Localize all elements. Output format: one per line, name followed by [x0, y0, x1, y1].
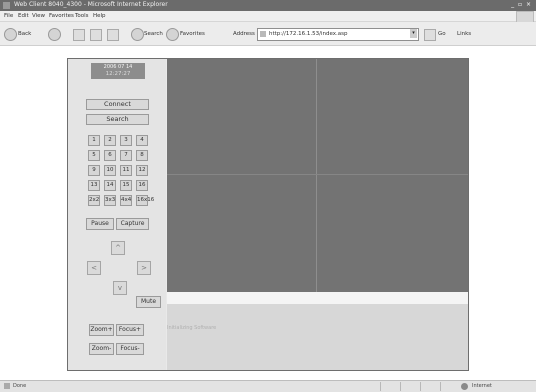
back-button[interactable]: Back — [18, 31, 31, 37]
split-2x2-button[interactable]: 2x2 — [88, 195, 100, 206]
pause-button[interactable]: Pause — [86, 218, 114, 230]
video-status-strip — [167, 292, 468, 304]
channel-button-2[interactable]: 2 — [104, 135, 116, 146]
channel-button-11[interactable]: 11 — [120, 165, 132, 176]
status-text: Done — [13, 383, 27, 389]
channel-button-14[interactable]: 14 — [104, 180, 116, 191]
clock-date: 2006 07 14 — [103, 64, 133, 70]
channel-button-9[interactable]: 9 — [88, 165, 100, 176]
go-button[interactable]: Go — [438, 31, 446, 37]
internet-globe-icon — [461, 383, 468, 390]
channel-button-7[interactable]: 7 — [120, 150, 132, 161]
video-grid-divider-vertical — [316, 59, 317, 292]
window-controls[interactable]: _ ▫ × — [511, 1, 532, 8]
channel-button-13[interactable]: 13 — [88, 180, 100, 191]
channel-button-1[interactable]: 1 — [88, 135, 100, 146]
video-grid-divider-horizontal — [167, 174, 468, 175]
browser-toolbar: Back Search Favorites Address http://172… — [0, 22, 536, 46]
focus-in-button[interactable]: Focus+ — [116, 324, 144, 336]
channel-button-4[interactable]: 4 — [136, 135, 148, 146]
refresh-icon[interactable] — [90, 29, 102, 41]
ptz-down-arrow-icon[interactable]: v — [113, 281, 127, 295]
clock-display: 2006 07 14 12:27:27 — [91, 63, 145, 79]
window-titlebar: Web Client 8040_4300 - Microsoft Interne… — [0, 0, 536, 11]
connect-button[interactable]: Connect — [86, 99, 149, 110]
statusbar-divider — [400, 382, 401, 391]
menu-tools[interactable]: Tools — [75, 13, 89, 19]
address-label: Address — [233, 31, 255, 37]
video-display[interactable] — [167, 59, 468, 292]
browser-statusbar: Done Internet — [0, 380, 536, 392]
statusbar-divider — [380, 382, 381, 391]
ptz-up-arrow-icon[interactable]: ^ — [111, 241, 125, 255]
ie-icon — [3, 2, 10, 9]
channel-button-6[interactable]: 6 — [104, 150, 116, 161]
menu-bar: File Edit View Favorites Tools Help — [0, 11, 536, 27]
address-bar[interactable]: http://172.16.1.53/index.asp — [257, 28, 419, 41]
channel-button-5[interactable]: 5 — [88, 150, 100, 161]
message-area: Initializing Software — [167, 304, 468, 370]
zoom-in-button[interactable]: Zoom+ — [89, 324, 114, 336]
go-arrow-icon[interactable] — [424, 29, 436, 41]
zoom-out-button[interactable]: Zoom- — [89, 343, 114, 355]
page-icon — [260, 31, 266, 37]
search-toolbar-button[interactable]: Search — [144, 31, 163, 37]
zone-text: Internet — [472, 383, 492, 389]
window-title: Web Client 8040_4300 - Microsoft Interne… — [14, 1, 168, 8]
channel-button-10[interactable]: 10 — [104, 165, 116, 176]
ptz-right-arrow-icon[interactable]: > — [137, 261, 151, 275]
menu-favorites[interactable]: Favorites — [49, 13, 74, 19]
home-icon[interactable] — [107, 29, 119, 41]
back-arrow-icon[interactable] — [4, 28, 17, 41]
split-4x4-button[interactable]: 4x4 — [120, 195, 132, 206]
channel-button-15[interactable]: 15 — [120, 180, 132, 191]
ptz-left-arrow-icon[interactable]: < — [87, 261, 101, 275]
favorites-star-icon[interactable] — [166, 28, 179, 41]
split-16x16-button[interactable]: 16x16 — [136, 195, 154, 206]
statusbar-divider — [440, 382, 441, 391]
menu-file[interactable]: File — [4, 13, 13, 19]
status-message: Initializing Software — [167, 325, 217, 331]
search-icon[interactable] — [131, 28, 144, 41]
forward-arrow-icon[interactable] — [48, 28, 61, 41]
favorites-toolbar-button[interactable]: Favorites — [180, 31, 205, 37]
menu-view[interactable]: View — [32, 13, 45, 19]
page-done-icon — [4, 383, 10, 389]
channel-button-3[interactable]: 3 — [120, 135, 132, 146]
clock-time: 12:27:27 — [105, 71, 131, 77]
search-button[interactable]: Search — [86, 114, 149, 125]
statusbar-divider — [420, 382, 421, 391]
channel-button-16[interactable]: 16 — [136, 180, 148, 191]
focus-out-button[interactable]: Focus- — [116, 343, 144, 355]
stop-icon[interactable] — [73, 29, 85, 41]
links-button[interactable]: Links — [457, 31, 471, 37]
chevron-down-icon[interactable]: ▾ — [410, 29, 417, 38]
capture-button[interactable]: Capture — [116, 218, 149, 230]
split-3x3-button[interactable]: 3x3 — [104, 195, 116, 206]
channel-button-12[interactable]: 12 — [136, 165, 148, 176]
address-url: http://172.16.1.53/index.asp — [269, 31, 348, 37]
menu-help[interactable]: Help — [93, 13, 106, 19]
menu-edit[interactable]: Edit — [18, 13, 29, 19]
channel-button-8[interactable]: 8 — [136, 150, 148, 161]
mute-button[interactable]: Mute — [136, 296, 161, 308]
